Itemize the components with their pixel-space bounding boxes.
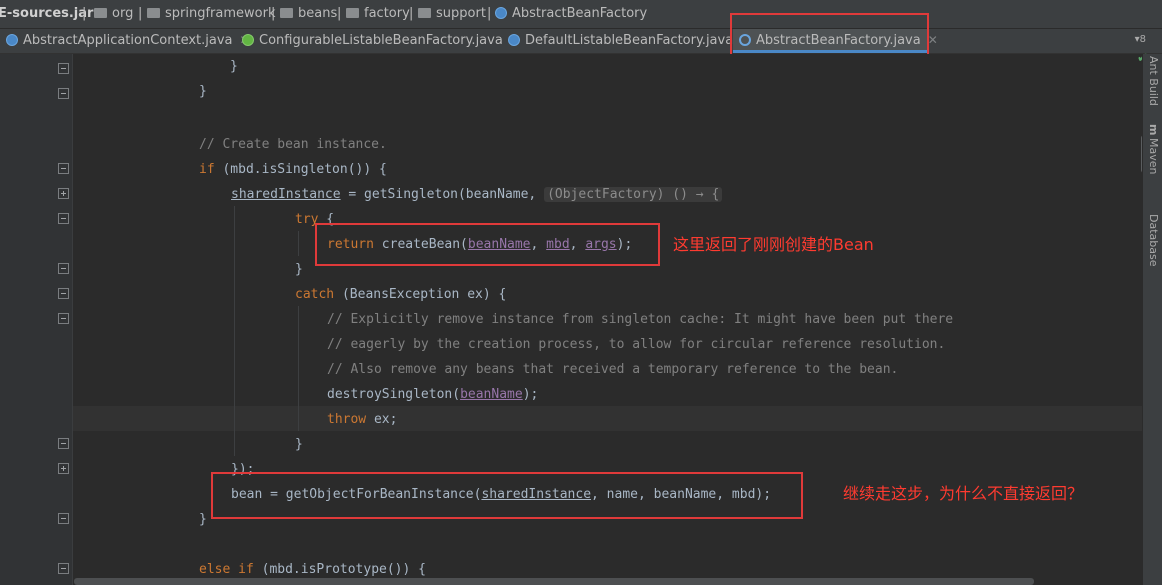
code-line: // Create bean instance. bbox=[199, 137, 387, 152]
right-tool-strip: Ant Build m Maven Database bbox=[1142, 54, 1162, 585]
class-icon bbox=[508, 34, 520, 46]
breadcrumb-org[interactable]: org bbox=[94, 6, 133, 21]
fold-icon[interactable] bbox=[58, 213, 69, 224]
code-line: destroySingleton(beanName); bbox=[327, 387, 539, 402]
tab-configurable-listable-bean-factory[interactable]: ConfigurableListableBeanFactory.java✕ bbox=[236, 29, 520, 53]
indent-guide bbox=[298, 306, 299, 431]
fold-icon[interactable] bbox=[58, 288, 69, 299]
interface-icon bbox=[242, 34, 254, 46]
breadcrumb-separator-icon: | bbox=[337, 6, 342, 21]
fold-icon[interactable] bbox=[58, 513, 69, 524]
class-icon bbox=[6, 34, 18, 46]
fold-icon[interactable] bbox=[58, 163, 69, 174]
annotation-return-note: 这里返回了刚刚创建的Bean bbox=[673, 235, 874, 254]
breadcrumb-springframework[interactable]: springframework bbox=[147, 6, 275, 21]
class-icon bbox=[495, 7, 507, 19]
breadcrumb-support[interactable]: support bbox=[418, 6, 486, 21]
breadcrumb-jar[interactable]: E-sources.jar bbox=[0, 6, 93, 21]
fold-icon[interactable] bbox=[58, 563, 69, 574]
breadcrumb-separator-icon: | bbox=[487, 6, 492, 21]
code-line: if (mbd.isSingleton()) { bbox=[199, 162, 387, 177]
highlight-get-object-call bbox=[211, 472, 803, 519]
maven-panel-tab[interactable]: Maven bbox=[1147, 138, 1160, 174]
folder-icon bbox=[147, 8, 160, 18]
tab-overflow-button[interactable]: ▾8 bbox=[1135, 29, 1146, 51]
code-line: } bbox=[295, 262, 303, 277]
breadcrumb-separator-icon: | bbox=[82, 6, 87, 21]
fold-icon[interactable] bbox=[58, 263, 69, 274]
close-icon[interactable]: ✕ bbox=[928, 33, 938, 47]
breadcrumb-separator-icon: | bbox=[271, 6, 276, 21]
indent-guide bbox=[234, 206, 235, 456]
breadcrumb-separator-icon: | bbox=[409, 6, 414, 21]
editor-gutter bbox=[0, 54, 73, 585]
annotation-continue-note: 继续走这步，为什么不直接返回？ bbox=[843, 484, 1084, 503]
folder-icon bbox=[280, 8, 293, 18]
breadcrumb-separator-icon: | bbox=[138, 6, 143, 21]
fold-icon[interactable] bbox=[58, 438, 69, 449]
code-line: catch (BeansException ex) { bbox=[295, 287, 507, 302]
breadcrumb: E-sources.jar | org | springframework | … bbox=[0, 0, 1162, 29]
fold-icon[interactable] bbox=[58, 63, 69, 74]
highlight-active-tab bbox=[730, 13, 929, 60]
folder-icon bbox=[94, 8, 107, 18]
code-line: // Also remove any beans that received a… bbox=[327, 362, 899, 377]
code-line: } bbox=[230, 59, 238, 74]
code-line: } bbox=[295, 437, 303, 452]
code-line: // Explicitly remove instance from singl… bbox=[327, 312, 954, 327]
highlight-return-statement bbox=[315, 223, 660, 266]
tab-abstract-application-context[interactable]: AbstractApplicationContext.java✕ bbox=[0, 29, 250, 53]
folder-icon bbox=[346, 8, 359, 18]
ant-build-panel-tab[interactable]: Ant Build bbox=[1147, 56, 1160, 106]
fold-expand-icon[interactable] bbox=[58, 188, 69, 199]
code-line: // eagerly by the creation process, to a… bbox=[327, 337, 946, 352]
indent-guide bbox=[298, 231, 299, 256]
breadcrumb-class[interactable]: AbstractBeanFactory bbox=[495, 6, 647, 21]
code-line: sharedInstance = getSingleton(beanName, … bbox=[231, 182, 723, 207]
maven-icon: m bbox=[1147, 124, 1160, 136]
breadcrumb-factory[interactable]: factory bbox=[346, 6, 410, 21]
breadcrumb-beans[interactable]: beans bbox=[280, 6, 337, 21]
code-line: throw ex; bbox=[327, 412, 398, 427]
fold-icon[interactable] bbox=[58, 88, 69, 99]
lambda-hint: (ObjectFactory) () → { bbox=[544, 187, 723, 202]
tab-default-listable-bean-factory[interactable]: DefaultListableBeanFactory.java✕ bbox=[502, 29, 750, 53]
folder-icon bbox=[418, 8, 431, 18]
code-line: } bbox=[199, 512, 207, 527]
editor-tab-bar: AbstractApplicationContext.java✕ Configu… bbox=[0, 29, 1162, 54]
database-panel-tab[interactable]: Database bbox=[1147, 214, 1160, 267]
fold-expand-icon[interactable] bbox=[58, 463, 69, 474]
code-line: } bbox=[199, 84, 207, 99]
fold-icon[interactable] bbox=[58, 313, 69, 324]
horizontal-scrollbar[interactable] bbox=[74, 578, 1034, 585]
